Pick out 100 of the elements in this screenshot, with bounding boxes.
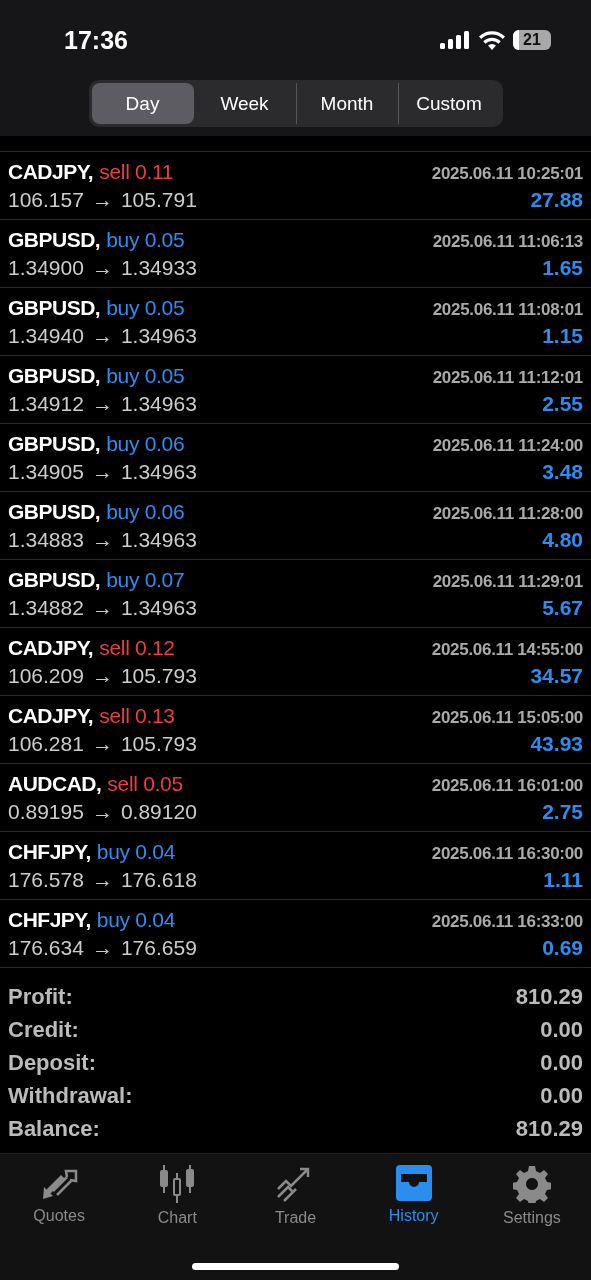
deal-profit: 3.48: [542, 459, 583, 484]
summary-value: 0.00: [540, 1049, 583, 1076]
close-price: 105.791: [120, 187, 197, 212]
deal-symbol: CADJPY,: [8, 635, 94, 660]
signal-icon: [440, 31, 471, 49]
open-price: 106.157: [8, 187, 84, 212]
deal-symbol: GBPUSD,: [8, 363, 101, 388]
deal-action: buy 0.05: [106, 227, 185, 252]
open-price: 1.34900: [8, 255, 84, 280]
deal-action: buy 0.06: [106, 499, 185, 524]
deal-action: buy 0.04: [96, 907, 176, 932]
deal-time: 2025.06.11 10:25:01: [431, 163, 583, 184]
deal-symbol: CADJPY,: [8, 159, 94, 184]
deal-action: buy 0.04: [96, 839, 176, 864]
close-price: 0.89120: [120, 799, 197, 824]
arrow-icon: →: [91, 187, 113, 212]
arrow-icon: →: [91, 799, 113, 824]
deal-profit: 43.93: [530, 731, 583, 756]
deal-time: 2025.06.11 11:06:13: [432, 231, 583, 252]
summary-value: 810.29: [515, 983, 583, 1010]
open-price: 1.34882: [8, 595, 84, 620]
deal-symbol: AUDCAD,: [8, 771, 102, 796]
deal-action: buy 0.06: [106, 431, 185, 456]
tab-bar-item[interactable]: Quotes: [0, 1164, 119, 1228]
deal-symbol: CADJPY,: [8, 703, 94, 728]
arrow-icon: →: [91, 255, 113, 280]
open-price: 1.34905: [8, 459, 84, 484]
period-tab[interactable]: Month: [295, 83, 398, 124]
summary-value: 0.00: [540, 1082, 583, 1109]
tab-bar-item[interactable]: History: [354, 1164, 473, 1228]
open-price: 176.578: [8, 867, 84, 892]
deal-action: sell 0.12: [99, 635, 175, 660]
deal-profit: 27.88: [530, 187, 583, 212]
close-price: 105.793: [120, 663, 197, 688]
tab-bar-item[interactable]: Trade: [236, 1164, 355, 1228]
period-tab[interactable]: Day: [91, 83, 194, 124]
summary-label: Deposit:: [8, 1049, 96, 1076]
open-price: 1.34883: [8, 527, 84, 552]
deal-time: 2025.06.11 11:24:00: [432, 435, 583, 456]
close-price: 105.793: [120, 731, 197, 756]
open-price: 1.34940: [8, 323, 84, 348]
deal-symbol: CHFJPY,: [8, 907, 91, 932]
summary-value: 0.00: [540, 1016, 583, 1043]
open-price: 176.634: [8, 935, 84, 960]
inbox-icon: [393, 1165, 434, 1201]
deal-symbol: CHFJPY,: [8, 839, 91, 864]
close-price: 1.34963: [120, 391, 197, 416]
close-price: 1.34963: [120, 527, 197, 552]
deal-action: sell 0.13: [99, 703, 175, 728]
deal-profit: 1.11: [543, 867, 583, 892]
summary-label: Profit:: [8, 983, 73, 1010]
open-price: 106.281: [8, 731, 84, 756]
settings-icon: [512, 1165, 551, 1203]
deal-profit: 5.67: [542, 595, 583, 620]
deal-profit: 0.69: [542, 935, 583, 960]
deal-action: buy 0.05: [106, 363, 185, 388]
tab-bar-item[interactable]: Settings: [472, 1164, 591, 1228]
open-price: 0.89195: [8, 799, 84, 824]
arrow-icon: →: [91, 867, 113, 892]
deal-symbol: GBPUSD,: [8, 227, 101, 252]
arrow-icon: →: [91, 391, 113, 416]
close-price: 1.34933: [120, 255, 197, 280]
deal-action: buy 0.07: [106, 567, 185, 592]
arrow-icon: →: [91, 731, 113, 756]
status-time: 17:36: [64, 25, 128, 55]
deal-profit: 1.65: [542, 255, 583, 280]
close-price: 176.659: [120, 935, 197, 960]
deal-time: 2025.06.11 16:01:00: [431, 775, 583, 796]
deal-symbol: GBPUSD,: [8, 295, 101, 320]
deal-time: 2025.06.11 14:55:00: [431, 639, 583, 660]
close-price: 176.618: [120, 867, 197, 892]
wifi-icon: [479, 30, 505, 50]
deal-profit: 2.55: [542, 391, 583, 416]
deal-profit: 1.15: [542, 323, 583, 348]
summary-value: 810.29: [515, 1115, 583, 1142]
summary-label: Balance:: [8, 1115, 100, 1142]
deal-time: 2025.06.11 16:33:00: [431, 911, 583, 932]
arrow-icon: →: [91, 323, 113, 348]
deal-profit: 4.80: [542, 527, 583, 552]
open-price: 106.209: [8, 663, 84, 688]
summary-label: Withdrawal:: [8, 1082, 133, 1109]
deal-time: 2025.06.11 11:29:01: [432, 571, 583, 592]
period-tab[interactable]: Custom: [397, 83, 500, 124]
arrow-icon: →: [91, 595, 113, 620]
summary-label: Credit:: [8, 1016, 79, 1043]
deal-symbol: GBPUSD,: [8, 567, 101, 592]
period-tab[interactable]: Week: [193, 83, 296, 124]
deal-profit: 34.57: [530, 663, 583, 688]
tab-bar-item[interactable]: Chart: [118, 1164, 237, 1228]
arrow-icon: →: [91, 459, 113, 484]
battery-icon: 21: [513, 30, 551, 50]
deal-profit: 2.75: [542, 799, 583, 824]
deal-time: 2025.06.11 11:08:01: [432, 299, 583, 320]
close-price: 1.34963: [120, 595, 197, 620]
deal-time: 2025.06.11 11:28:00: [432, 503, 583, 524]
deal-action: sell 0.05: [107, 771, 183, 796]
deal-time: 2025.06.11 16:30:00: [431, 843, 583, 864]
close-price: 1.34963: [120, 459, 197, 484]
deal-symbol: GBPUSD,: [8, 431, 101, 456]
deal-symbol: GBPUSD,: [8, 499, 101, 524]
